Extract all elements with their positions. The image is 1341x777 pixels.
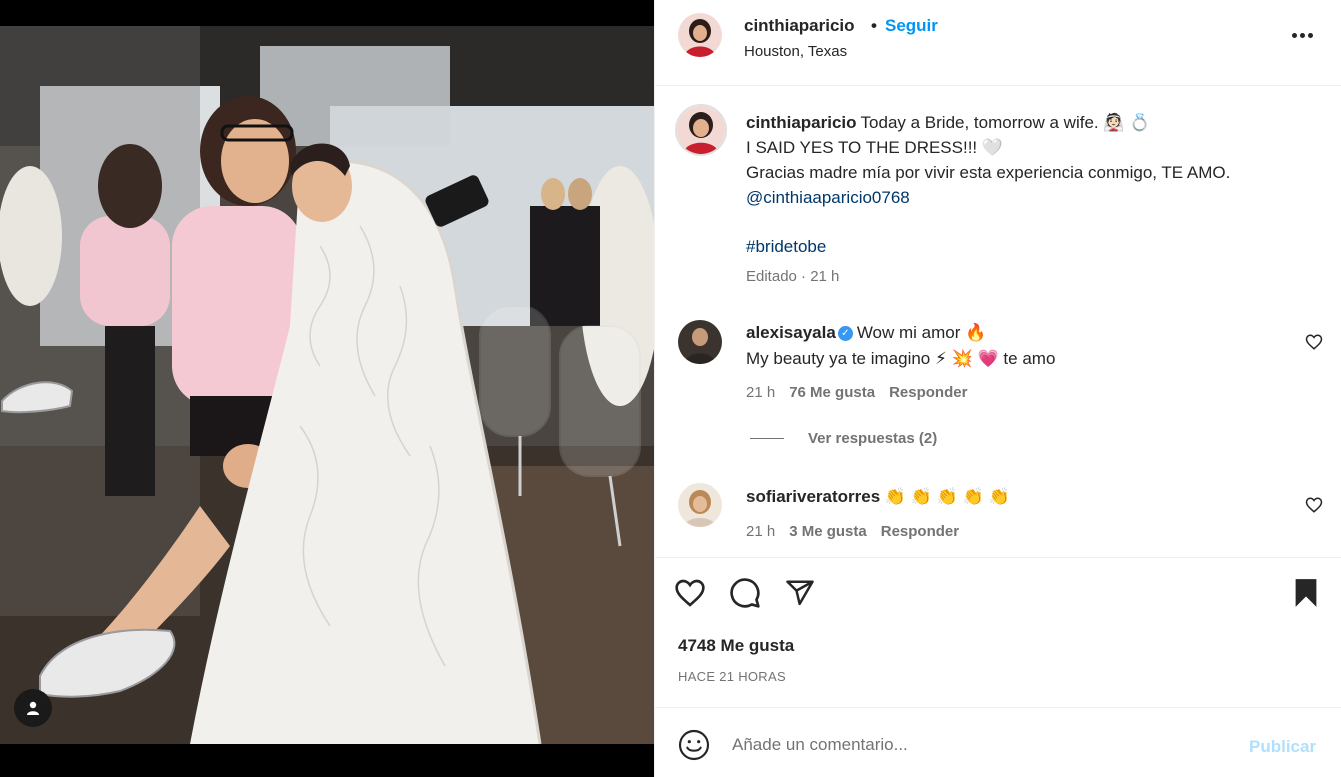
view-replies-label: Ver respuestas (2) [808, 430, 938, 447]
post-actions: 4748 Me gusta HACE 21 HORAS [655, 558, 1341, 708]
photo-illustration [0, 26, 654, 744]
commenter-avatar[interactable] [678, 320, 722, 364]
comment-meta: 21 h 76 Me gusta Responder [746, 384, 967, 401]
like-comment-icon[interactable] [1305, 496, 1323, 514]
comment-button[interactable] [728, 576, 762, 610]
tagged-users-button[interactable] [14, 689, 52, 727]
caption-mention-link[interactable]: @cinthiaaparicio0768 [746, 185, 1326, 210]
post-caption: cinthiaparicio Today a Bride, tomorrow a … [746, 110, 1326, 259]
post-time-ago: HACE 21 HORAS [678, 669, 786, 684]
commenter-avatar[interactable] [678, 483, 722, 527]
more-dot-icon [1291, 32, 1297, 38]
like-button[interactable] [673, 576, 707, 610]
caption-line-1: Today a Bride, tomorrow a wife. 👰🏻 💍 [860, 113, 1151, 132]
add-comment-bar: Publicar [655, 708, 1341, 777]
user-tag-icon [27, 701, 39, 715]
comment-reply-button[interactable]: Responder [889, 384, 967, 401]
commenter-username[interactable]: sofiariveratorres [746, 487, 880, 506]
comment-time: 21 h [746, 384, 776, 401]
author-avatar[interactable] [678, 13, 722, 57]
replies-divider [750, 438, 784, 439]
save-button[interactable] [1289, 576, 1323, 610]
caption-username[interactable]: cinthiaparicio [746, 113, 857, 132]
caption-edited-time: Editado · 21 h [746, 268, 840, 285]
comment-text-line-2: My beauty ya te imagino ⚡ 💥 💗 te amo [746, 349, 1056, 368]
commenter-username[interactable]: alexisayala [746, 323, 836, 342]
more-dot-icon [1299, 32, 1305, 38]
more-options-button[interactable] [1285, 22, 1319, 48]
more-dot-icon [1307, 32, 1313, 38]
comment-reply-button[interactable]: Responder [881, 523, 959, 540]
comment-body: sofiariveratorres 👏 👏 👏 👏 👏 [746, 484, 1010, 510]
publish-button[interactable]: Publicar [1249, 737, 1316, 757]
post-media [0, 0, 654, 777]
bookmark-filled-icon [1295, 579, 1317, 607]
comment-likes-link[interactable]: 76 Me gusta [789, 384, 875, 401]
view-replies-button[interactable]: Ver respuestas (2) [750, 430, 937, 447]
author-username[interactable]: cinthiaparicio [744, 16, 855, 36]
follow-button[interactable]: Seguir [885, 16, 938, 36]
comment-text-line-1: 👏 👏 👏 👏 👏 [884, 487, 1010, 506]
comment-likes-link[interactable]: 3 Me gusta [789, 523, 867, 540]
verified-badge-icon: ✓ [837, 326, 853, 342]
separator-dot: • [871, 16, 877, 35]
emoji-icon[interactable] [678, 729, 710, 761]
comment-bubble-icon [730, 578, 760, 608]
comments-section[interactable]: cinthiaparicio Today a Bride, tomorrow a … [655, 86, 1341, 558]
comment-meta: 21 h 3 Me gusta Responder [746, 523, 959, 540]
caption-line-3: Gracias madre mía por vivir esta experie… [746, 163, 1231, 182]
share-button[interactable] [783, 576, 817, 610]
like-comment-icon[interactable] [1305, 333, 1323, 351]
caption-author-avatar[interactable] [675, 104, 727, 156]
caption-line-2: I SAID YES TO THE DRESS!!! 🤍 [746, 138, 1004, 157]
caption-hashtag-link[interactable]: #bridetobe [746, 234, 1326, 259]
post-modal: cinthiaparicio • Seguir Houston, Texas c… [0, 0, 1341, 777]
comment-body: alexisayala ✓ Wow mi amor 🔥 My beauty ya t… [746, 320, 1055, 372]
post-photo[interactable] [0, 26, 654, 744]
post-likes-count[interactable]: 4748 Me gusta [678, 636, 794, 656]
comment-input[interactable] [732, 730, 1232, 760]
heart-icon [675, 579, 705, 607]
comment-time: 21 h [746, 523, 776, 540]
post-location[interactable]: Houston, Texas [744, 43, 847, 60]
post-header: cinthiaparicio • Seguir Houston, Texas [655, 0, 1341, 86]
post-sidebar: cinthiaparicio • Seguir Houston, Texas c… [654, 0, 1341, 777]
send-icon [786, 580, 814, 606]
comment-text-line-1: Wow mi amor 🔥 [856, 323, 987, 342]
